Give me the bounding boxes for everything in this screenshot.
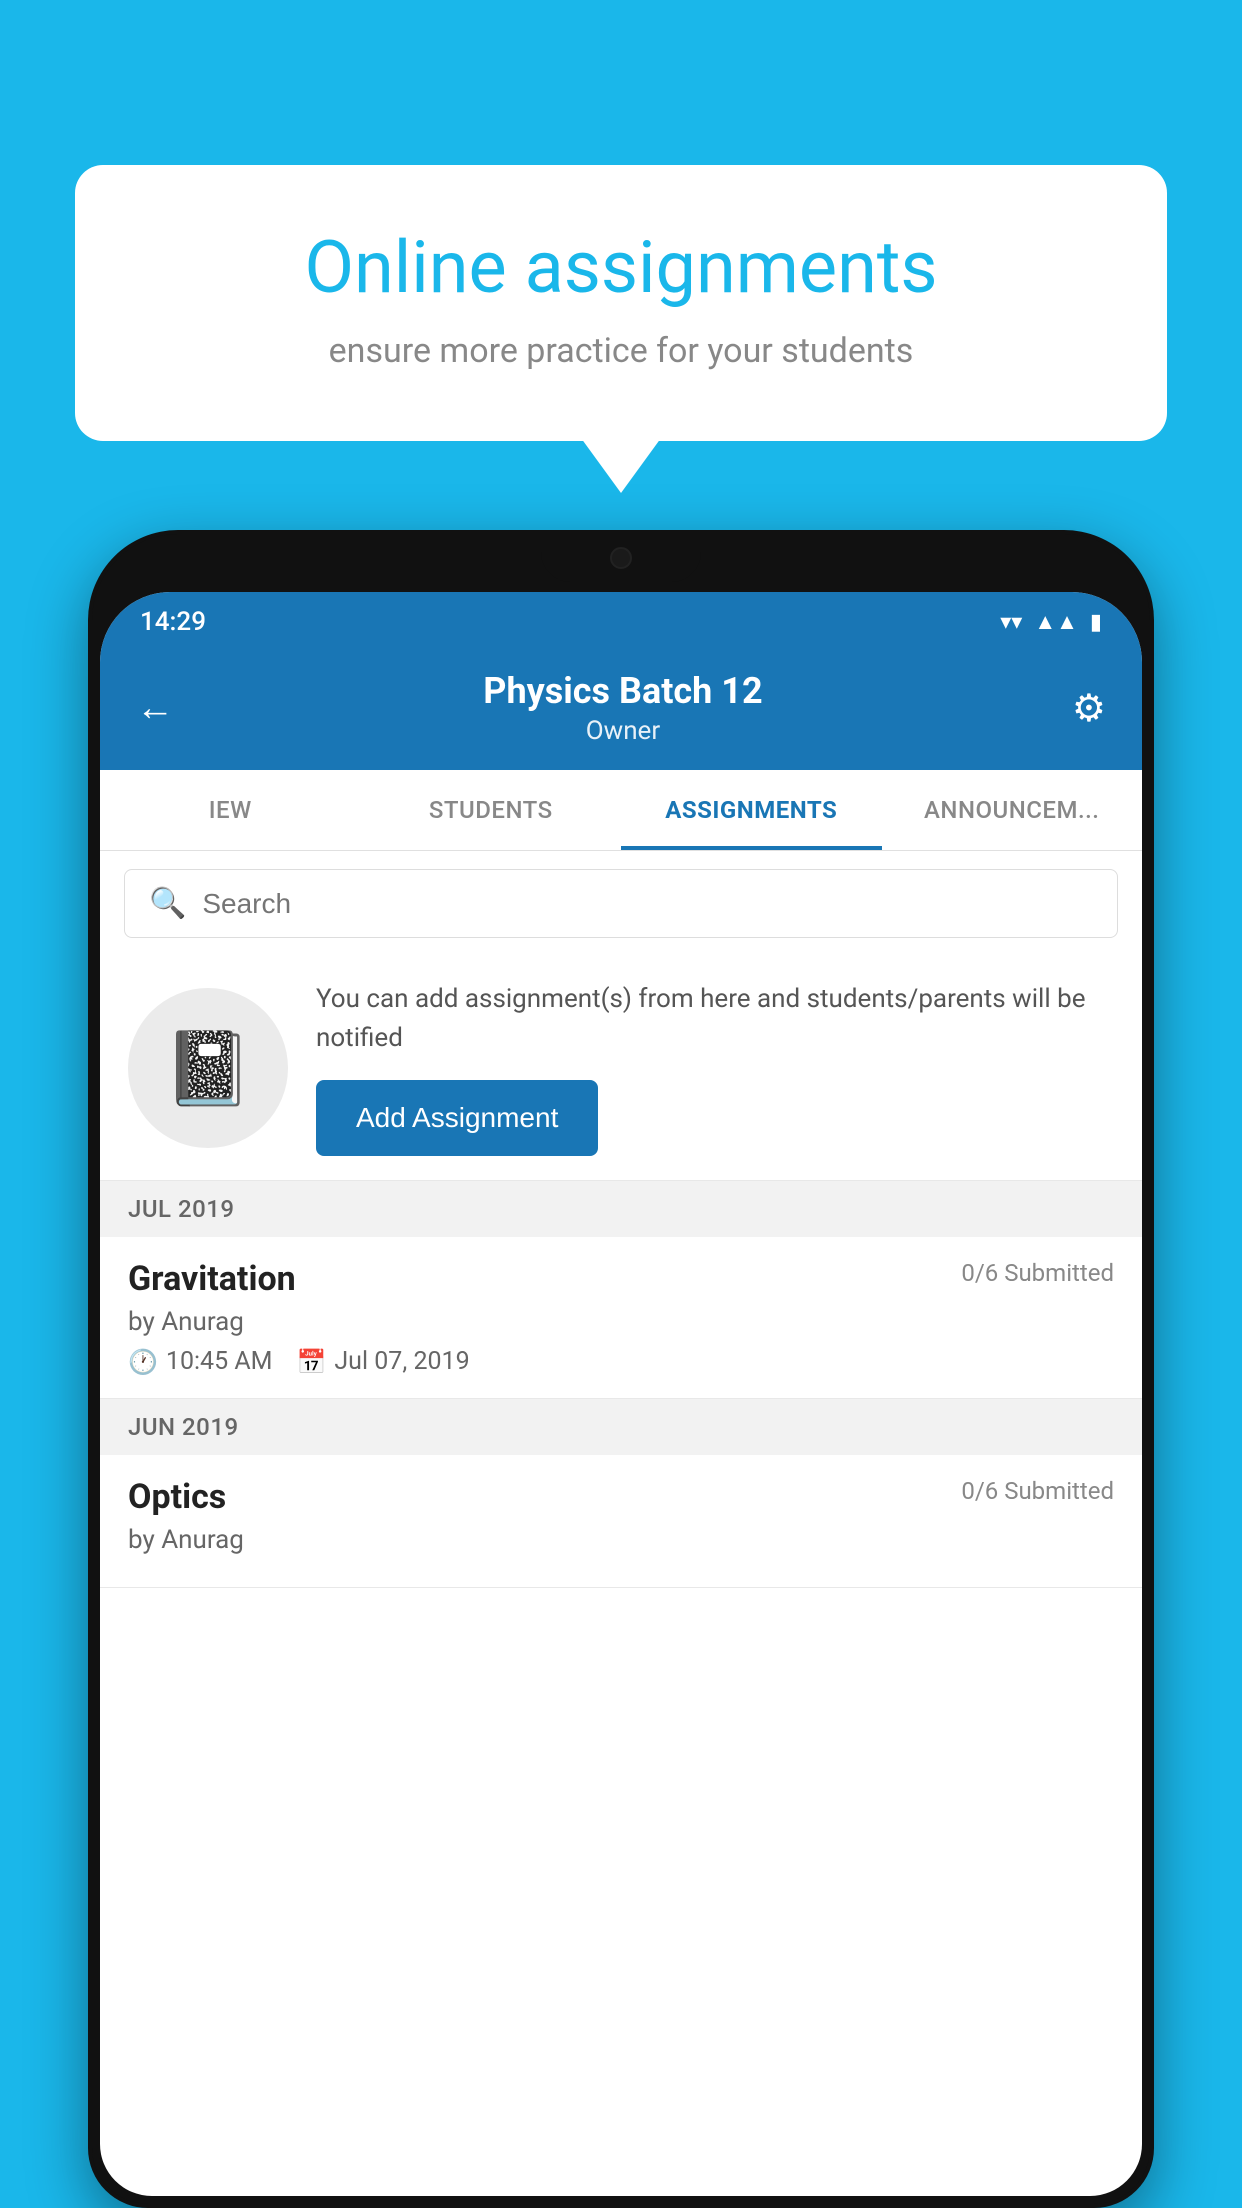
calendar-icon: 📅 — [296, 1348, 326, 1376]
search-input-wrapper[interactable]: 🔍 — [124, 869, 1118, 938]
assignment-item-optics[interactable]: Optics 0/6 Submitted by Anurag — [100, 1455, 1142, 1588]
assignment-date-item: 📅 Jul 07, 2019 — [296, 1347, 469, 1376]
search-container: 🔍 — [100, 851, 1142, 956]
add-assignment-button[interactable]: Add Assignment — [316, 1080, 598, 1156]
header-center: Physics Batch 12 Owner — [174, 670, 1072, 746]
assignment-author-gravitation: by Anurag — [128, 1307, 1114, 1337]
search-input[interactable] — [202, 888, 1093, 920]
header-subtitle: Owner — [174, 716, 1072, 746]
phone-screen: 14:29 ▾▾ ▲▲ ▮ ← Physics Batch 12 Owner ⚙ — [100, 592, 1142, 2196]
add-assignment-description: You can add assignment(s) from here and … — [316, 980, 1114, 1058]
assignment-submitted-optics: 0/6 Submitted — [961, 1477, 1114, 1505]
assignment-item-top-optics: Optics 0/6 Submitted — [128, 1477, 1114, 1517]
tab-students[interactable]: STUDENTS — [361, 770, 622, 850]
header-title: Physics Batch 12 — [174, 670, 1072, 712]
search-icon: 🔍 — [149, 886, 186, 921]
bubble-title: Online assignments — [155, 225, 1087, 311]
status-time: 14:29 — [140, 607, 206, 637]
battery-icon: ▮ — [1090, 610, 1102, 635]
phone-frame: 14:29 ▾▾ ▲▲ ▮ ← Physics Batch 12 Owner ⚙ — [88, 530, 1154, 2208]
bubble-subtitle: ensure more practice for your students — [155, 331, 1087, 371]
app-header: ← Physics Batch 12 Owner ⚙ — [100, 652, 1142, 770]
wifi-icon: ▾▾ — [1000, 610, 1022, 635]
tab-iew[interactable]: IEW — [100, 770, 361, 850]
assignment-item-top: Gravitation 0/6 Submitted — [128, 1259, 1114, 1299]
status-icons: ▾▾ ▲▲ ▮ — [1000, 609, 1102, 635]
section-header-jun: JUN 2019 — [100, 1399, 1142, 1455]
camera-icon — [610, 547, 632, 569]
status-bar: 14:29 ▾▾ ▲▲ ▮ — [100, 592, 1142, 652]
assignment-name-optics: Optics — [128, 1477, 226, 1517]
assignment-name-gravitation: Gravitation — [128, 1259, 296, 1299]
assignment-author-optics: by Anurag — [128, 1525, 1114, 1555]
section-header-jul: JUL 2019 — [100, 1181, 1142, 1237]
tabs-bar: IEW STUDENTS ASSIGNMENTS ANNOUNCEM... — [100, 770, 1142, 851]
clock-icon: 🕐 — [128, 1348, 158, 1376]
add-assignment-right: You can add assignment(s) from here and … — [316, 980, 1114, 1156]
speech-bubble: Online assignments ensure more practice … — [75, 165, 1167, 441]
tab-announcements[interactable]: ANNOUNCEM... — [882, 770, 1143, 850]
assignment-submitted-gravitation: 0/6 Submitted — [961, 1259, 1114, 1287]
assignment-meta-gravitation: 🕐 10:45 AM 📅 Jul 07, 2019 — [128, 1347, 1114, 1376]
back-button[interactable]: ← — [136, 686, 174, 730]
assignment-item-gravitation[interactable]: Gravitation 0/6 Submitted by Anurag 🕐 10… — [100, 1237, 1142, 1399]
assignment-time-item: 🕐 10:45 AM — [128, 1347, 272, 1376]
assignment-date: Jul 07, 2019 — [334, 1347, 469, 1376]
assignment-time: 10:45 AM — [166, 1347, 273, 1376]
add-assignment-section: 📓 You can add assignment(s) from here an… — [100, 956, 1142, 1181]
gear-icon[interactable]: ⚙ — [1072, 686, 1106, 731]
speech-bubble-container: Online assignments ensure more practice … — [75, 165, 1167, 441]
phone-notch — [541, 534, 701, 582]
tab-assignments[interactable]: ASSIGNMENTS — [621, 770, 882, 850]
notebook-icon: 📓 — [163, 1026, 253, 1111]
phone-inner: 14:29 ▾▾ ▲▲ ▮ ← Physics Batch 12 Owner ⚙ — [92, 534, 1150, 2204]
signal-icon: ▲▲ — [1034, 609, 1078, 635]
assignment-icon-circle: 📓 — [128, 988, 288, 1148]
